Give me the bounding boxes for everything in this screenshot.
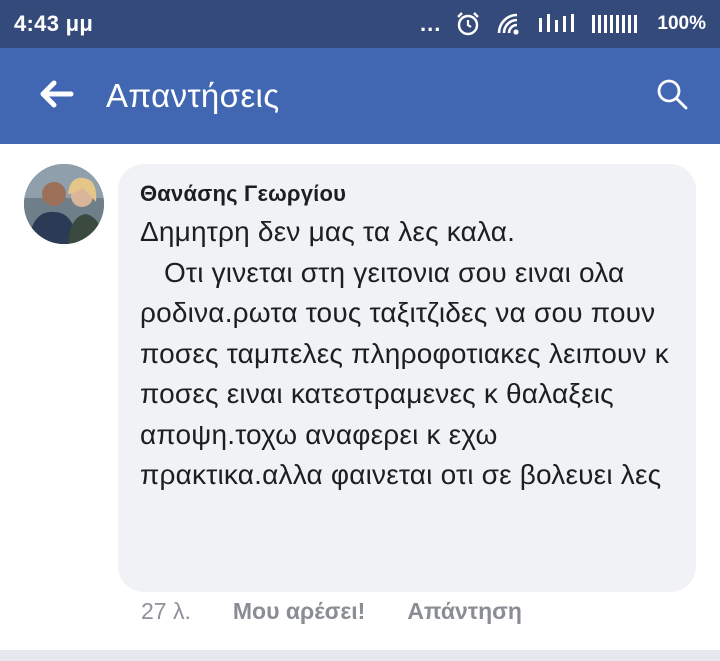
status-time: 4:43 μμ	[14, 11, 94, 36]
alarm-icon	[455, 11, 481, 37]
wifi-icon	[495, 11, 523, 37]
status-icons: ... 100%	[420, 11, 706, 37]
like-button[interactable]: Μου αρέσει!	[233, 598, 365, 625]
overflow-dots: ...	[420, 11, 442, 36]
comment-text: Δημητρη δεν μας τα λες καλα. Οτι γινεται…	[140, 216, 669, 490]
comment-author[interactable]: Θανάσης Γεωργίου	[140, 180, 674, 208]
back-button[interactable]	[26, 66, 86, 126]
comment: Θανάσης Γεωργίου Δημητρη δεν μας τα λες …	[0, 144, 720, 661]
signal-icon	[591, 12, 643, 36]
battery-percentage: 100%	[657, 13, 706, 34]
comment-bubble: Θανάσης Γεωργίου Δημητρη δεν μας τα λες …	[118, 164, 696, 592]
app-bar: Απαντήσεις	[0, 48, 720, 144]
reply-button[interactable]: Απάντηση	[407, 598, 522, 625]
comment-actions: 27 λ. Μου αρέσει! Απάντηση	[141, 598, 522, 625]
divider	[0, 650, 720, 661]
comment-age: 27 λ.	[141, 598, 191, 624]
page-title: Απαντήσεις	[106, 77, 280, 114]
search-icon	[655, 77, 689, 116]
avatar[interactable]	[24, 164, 104, 244]
arrow-left-icon	[38, 79, 74, 114]
search-button[interactable]	[642, 66, 702, 126]
status-bar: 4:43 μμ ... 100%	[0, 0, 720, 48]
signal-icon	[537, 12, 577, 36]
